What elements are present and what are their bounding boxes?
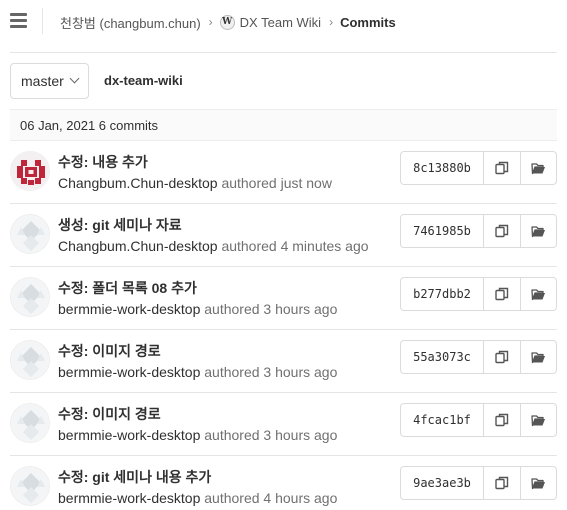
folder-open-icon	[531, 288, 545, 300]
divider	[10, 52, 557, 53]
commit-row: 수정: 폴더 목록 08 추가 bermmie-work-desktop aut…	[10, 267, 557, 330]
commit-sha-group: 4fcac1bf	[400, 403, 557, 437]
copy-icon	[495, 413, 509, 427]
breadcrumb-current[interactable]: Commits	[340, 15, 396, 30]
avatar[interactable]	[10, 340, 50, 380]
browse-files-button[interactable]	[520, 467, 556, 499]
commit-sha-group: b277dbb2	[400, 277, 557, 311]
commit-author[interactable]: bermmie-work-desktop	[58, 427, 200, 443]
commit-sha-group: 9ae3ae3b	[400, 466, 557, 500]
browse-files-button[interactable]	[520, 341, 556, 373]
commit-sha[interactable]: 8c13880b	[401, 152, 484, 184]
commit-time: authored just now	[221, 175, 332, 191]
commit-day-label: 06 Jan, 2021 6 commits	[20, 117, 159, 133]
commit-author[interactable]: bermmie-work-desktop	[58, 490, 200, 506]
commit-time: authored 3 hours ago	[204, 364, 338, 380]
commit-day-header: 06 Jan, 2021 6 commits	[10, 109, 557, 141]
copy-icon	[495, 161, 509, 175]
copy-icon	[495, 476, 509, 490]
commit-time: authored 3 hours ago	[204, 301, 338, 317]
commit-sha[interactable]: 7461985b	[401, 215, 484, 247]
commit-title[interactable]: 생성: git 세미나 자료	[58, 215, 182, 235]
copy-sha-button[interactable]	[484, 341, 520, 373]
avatar[interactable]	[10, 466, 50, 506]
branch-select-value: master	[21, 73, 64, 89]
commit-title[interactable]: 수정: 이미지 경로	[58, 341, 161, 361]
hamburger-icon[interactable]	[10, 13, 27, 28]
commit-meta: bermmie-work-desktop authored 3 hours ag…	[58, 427, 337, 443]
avatar[interactable]	[10, 403, 50, 443]
commit-row: 수정: 내용 추가 Changbum.Chun-desktop authored…	[10, 141, 557, 204]
commit-meta: bermmie-work-desktop authored 3 hours ag…	[58, 301, 337, 317]
commit-author[interactable]: Changbum.Chun-desktop	[58, 238, 218, 254]
top-bar: 천창범 (changbum.chun) › W DX Team Wiki › C…	[0, 0, 567, 44]
commit-sha-group: 7461985b	[400, 214, 557, 248]
commit-title[interactable]: 수정: 이미지 경로	[58, 404, 161, 424]
copy-icon	[495, 224, 509, 238]
breadcrumb-user[interactable]: 천창범 (changbum.chun)	[60, 13, 201, 32]
commit-row: 수정: 이미지 경로 bermmie-work-desktop authored…	[10, 393, 557, 456]
commit-meta: Changbum.Chun-desktop authored just now	[58, 175, 332, 191]
project-wiki-icon: W	[219, 14, 235, 30]
breadcrumb-project[interactable]: DX Team Wiki	[240, 15, 321, 30]
commit-sha-group: 8c13880b	[400, 151, 557, 185]
folder-open-icon	[531, 477, 545, 489]
chevron-right-icon: ›	[329, 15, 334, 29]
folder-open-icon	[531, 414, 545, 426]
browse-files-button[interactable]	[520, 152, 556, 184]
commit-row: 생성: git 세미나 자료 Changbum.Chun-desktop aut…	[10, 204, 557, 267]
commit-meta: Changbum.Chun-desktop authored 4 minutes…	[58, 238, 369, 254]
chevron-down-icon	[69, 73, 80, 84]
browse-files-button[interactable]	[520, 404, 556, 436]
commit-row: 수정: git 세미나 내용 추가 bermmie-work-desktop a…	[10, 456, 557, 510]
commit-author[interactable]: bermmie-work-desktop	[58, 364, 200, 380]
commit-sha[interactable]: b277dbb2	[401, 278, 484, 310]
commit-time: authored 4 minutes ago	[221, 238, 369, 254]
commit-sha-group: 55a3073c	[400, 340, 557, 374]
avatar[interactable]	[10, 151, 50, 191]
commit-sha[interactable]: 55a3073c	[401, 341, 484, 373]
copy-sha-button[interactable]	[484, 278, 520, 310]
commit-sha[interactable]: 9ae3ae3b	[401, 467, 484, 499]
commit-time: authored 4 hours ago	[204, 490, 338, 506]
commit-author[interactable]: bermmie-work-desktop	[58, 301, 200, 317]
copy-icon	[495, 350, 509, 364]
folder-open-icon	[531, 351, 545, 363]
commit-title[interactable]: 수정: 내용 추가	[58, 152, 148, 172]
copy-icon	[495, 287, 509, 301]
browse-files-button[interactable]	[520, 215, 556, 247]
branch-select[interactable]: master	[10, 63, 89, 99]
avatar[interactable]	[10, 214, 50, 254]
project-path[interactable]: dx-team-wiki	[104, 73, 183, 88]
commit-sha[interactable]: 4fcac1bf	[401, 404, 484, 436]
commit-meta: bermmie-work-desktop authored 3 hours ag…	[58, 364, 337, 380]
commit-row: 수정: 이미지 경로 bermmie-work-desktop authored…	[10, 330, 557, 393]
folder-open-icon	[531, 225, 545, 237]
divider	[42, 8, 43, 34]
commit-title[interactable]: 수정: git 세미나 내용 추가	[58, 467, 211, 487]
commit-time: authored 3 hours ago	[204, 427, 338, 443]
copy-sha-button[interactable]	[484, 152, 520, 184]
copy-sha-button[interactable]	[484, 404, 520, 436]
commit-meta: bermmie-work-desktop authored 4 hours ag…	[58, 490, 337, 506]
commit-title[interactable]: 수정: 폴더 목록 08 추가	[58, 278, 197, 298]
folder-open-icon	[531, 162, 545, 174]
copy-sha-button[interactable]	[484, 215, 520, 247]
chevron-right-icon: ›	[208, 15, 213, 29]
commit-author[interactable]: Changbum.Chun-desktop	[58, 175, 218, 191]
copy-sha-button[interactable]	[484, 467, 520, 499]
browse-files-button[interactable]	[520, 278, 556, 310]
avatar[interactable]	[10, 277, 50, 317]
breadcrumb: 천창범 (changbum.chun) › W DX Team Wiki › C…	[60, 13, 396, 31]
